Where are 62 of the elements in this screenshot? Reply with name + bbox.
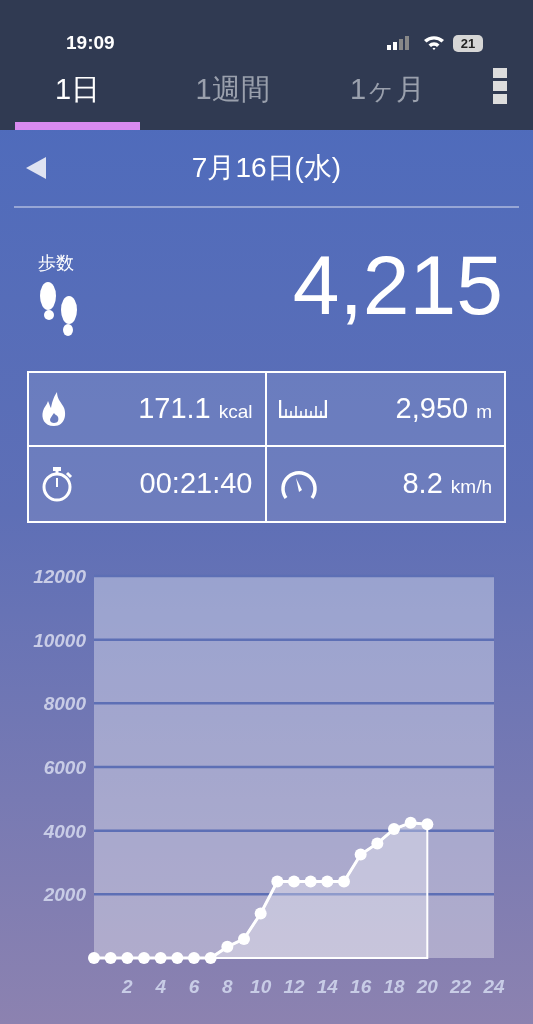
stat-unit: m	[476, 399, 492, 424]
speedometer-icon	[278, 468, 319, 500]
period-tab[interactable]: 1ヶ月	[325, 62, 450, 130]
data-point	[121, 952, 134, 964]
stat-unit: kcal	[218, 399, 253, 424]
x-axis-label: 10	[250, 976, 272, 997]
data-point	[404, 816, 417, 829]
data-point	[154, 952, 167, 964]
wifi-icon	[423, 35, 445, 51]
back-arrow-icon[interactable]	[26, 157, 46, 179]
data-point	[304, 875, 317, 888]
stat-value: 2,950	[395, 391, 469, 427]
x-axis-label: 4	[155, 976, 166, 997]
stat-value: 00:21:40	[139, 466, 253, 502]
data-point	[204, 952, 217, 964]
step-count: 4,215	[292, 240, 503, 330]
data-point	[188, 952, 200, 964]
data-point	[371, 837, 384, 850]
y-axis-label: 12000	[33, 566, 86, 587]
period-tab[interactable]: 1週間	[170, 62, 295, 130]
x-axis-label: 2	[122, 976, 133, 997]
data-point	[238, 932, 250, 945]
x-axis-label: 12	[283, 976, 305, 997]
y-axis-label: 4000	[43, 820, 86, 842]
x-axis-label: 16	[350, 976, 372, 997]
x-axis-label: 22	[450, 976, 472, 997]
x-axis-label: 6	[188, 976, 200, 997]
steps-label: 歩数	[38, 252, 74, 274]
y-axis-label: 8000	[43, 693, 86, 715]
x-axis-label: 18	[383, 976, 405, 997]
data-point	[104, 952, 117, 964]
period-tab[interactable]: 1日	[15, 62, 140, 130]
y-axis-label: 2000	[43, 884, 86, 906]
menu-icon[interactable]	[493, 68, 507, 104]
data-point	[421, 818, 434, 831]
data-point	[271, 875, 284, 888]
y-axis-label: 6000	[43, 757, 86, 778]
date-label: 7月16日(水)	[190, 151, 343, 185]
data-point	[171, 952, 184, 964]
x-axis-label: 14	[316, 976, 338, 997]
data-point	[138, 952, 150, 964]
data-point	[288, 875, 300, 888]
flame-icon	[41, 391, 67, 427]
data-point	[388, 823, 400, 836]
footprints-icon	[38, 280, 80, 338]
stopwatch-icon	[41, 465, 75, 503]
data-point	[88, 952, 100, 964]
data-point	[221, 940, 234, 953]
status-time: 19:09	[66, 30, 115, 55]
stat-unit: km/h	[450, 474, 492, 499]
battery-indicator: 21	[453, 34, 483, 52]
stat-value: 171.1	[138, 391, 211, 427]
data-point	[321, 875, 334, 888]
x-axis-label: 8	[222, 976, 233, 997]
ruler-icon	[278, 400, 327, 418]
x-axis-label: 24	[483, 976, 505, 997]
x-axis-label: 20	[416, 976, 438, 997]
stat-value: 8.2	[402, 466, 443, 502]
data-point	[338, 875, 350, 888]
y-axis-label: 10000	[33, 629, 86, 651]
data-point	[354, 848, 367, 861]
data-point	[254, 907, 267, 920]
